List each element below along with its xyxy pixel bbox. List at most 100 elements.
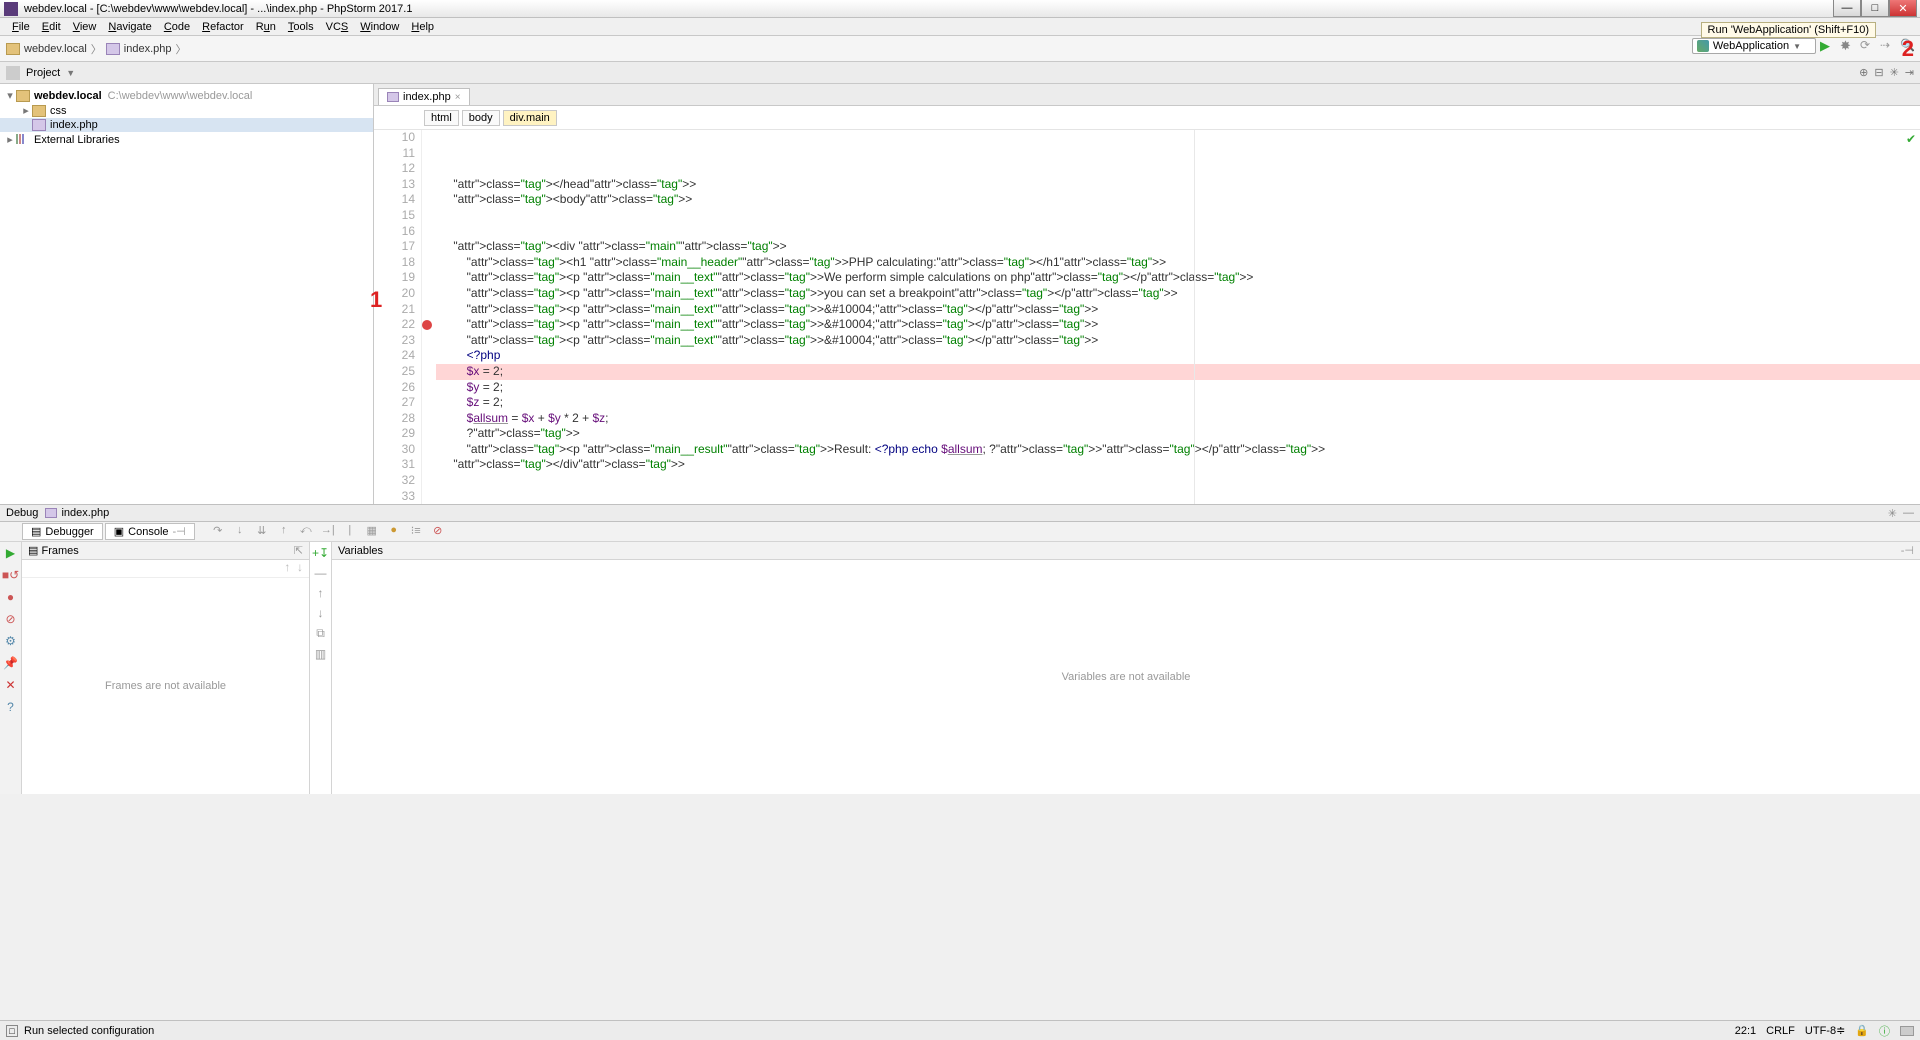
tree-root[interactable]: ▾ webdev.local C:\webdev\www\webdev.loca… bbox=[0, 88, 373, 103]
crumb-body[interactable]: body bbox=[462, 110, 500, 126]
update-button[interactable]: ⇢ bbox=[1880, 38, 1896, 54]
breakpoint-gutter[interactable] bbox=[422, 130, 436, 504]
menu-refactor[interactable]: Refactor bbox=[196, 21, 250, 33]
console-tab-label: Console bbox=[128, 526, 168, 538]
tree-ext-libs[interactable]: ▸ External Libraries bbox=[0, 132, 373, 147]
mute-icon[interactable]: ⊘ bbox=[5, 612, 15, 626]
menu-vcs[interactable]: VCS bbox=[320, 21, 355, 33]
up-icon[interactable]: ↑ bbox=[318, 586, 324, 600]
encoding[interactable]: UTF-8≑ bbox=[1805, 1024, 1845, 1037]
view-bp-icon[interactable]: ● bbox=[7, 590, 14, 604]
collapse-all-icon[interactable]: ⊟ bbox=[1874, 66, 1883, 79]
breadcrumb[interactable]: webdev.local 〉 index.php 〉 bbox=[6, 41, 191, 57]
evaluate-icon[interactable]: ▦ bbox=[363, 524, 381, 540]
menu-edit[interactable]: Edit bbox=[36, 21, 67, 33]
tree-ext-label: External Libraries bbox=[34, 134, 120, 146]
breakpoint-icon[interactable] bbox=[422, 320, 432, 330]
debug-tool-header[interactable]: Debug index.php ✳ — bbox=[0, 504, 1920, 522]
line-gutter[interactable]: 10 11 12 13 14 15 16 17 18 19 20 21 22 2… bbox=[374, 130, 422, 504]
pin-icon[interactable]: 📌 bbox=[3, 656, 18, 670]
menu-code[interactable]: Code bbox=[158, 21, 196, 33]
editor-tab-label: index.php bbox=[403, 91, 451, 103]
stop-button[interactable]: ⟳ bbox=[1860, 38, 1876, 54]
editor-tab-index[interactable]: index.php × bbox=[378, 88, 470, 105]
close-tab-icon[interactable]: × bbox=[455, 92, 461, 103]
tree-index[interactable]: index.php bbox=[0, 118, 373, 132]
nav-toolbar: webdev.local 〉 index.php 〉 WebApplicatio… bbox=[0, 36, 1920, 62]
remove-watch-icon[interactable]: — bbox=[315, 566, 327, 580]
resume-icon[interactable]: ▶ bbox=[6, 546, 15, 560]
pin-icon[interactable]: -⊣ bbox=[173, 525, 186, 538]
project-tree[interactable]: ▾ webdev.local C:\webdev\www\webdev.loca… bbox=[0, 84, 374, 504]
step-over-icon[interactable]: ↷ bbox=[209, 524, 227, 540]
lock-icon[interactable]: 🔒 bbox=[1855, 1024, 1869, 1037]
menu-file[interactable]: File bbox=[6, 21, 36, 33]
close-icon[interactable]: ✕ bbox=[5, 678, 15, 692]
debug-toolbar: ▤ Debugger ▣ Console -⊣ ↷ ↓ ⇊ ↑ ⤺ →| | ▦… bbox=[0, 522, 1920, 542]
copy-icon[interactable]: ⧉ bbox=[316, 626, 325, 641]
debug-button[interactable]: ✸ bbox=[1840, 38, 1856, 54]
validator-icon[interactable]: ✔ bbox=[1906, 132, 1916, 148]
settings-icon[interactable]: ⁝≡ bbox=[407, 524, 425, 540]
tree-root-name: webdev.local bbox=[34, 90, 102, 102]
tree-css[interactable]: ▸ css bbox=[0, 103, 373, 118]
menu-window[interactable]: Window bbox=[354, 21, 405, 33]
prev-frame-icon[interactable]: ↑ bbox=[284, 560, 290, 577]
line-separator[interactable]: CRLF bbox=[1766, 1025, 1795, 1037]
menu-help[interactable]: Help bbox=[405, 21, 440, 33]
memory-indicator[interactable] bbox=[1900, 1026, 1914, 1036]
status-bar: □ Run selected configuration 22:1 CRLF U… bbox=[0, 1020, 1920, 1040]
debugger-tab[interactable]: ▤ Debugger bbox=[22, 523, 103, 540]
code-editor[interactable]: 10 11 12 13 14 15 16 17 18 19 20 21 22 2… bbox=[374, 130, 1920, 504]
minimize-button[interactable]: — bbox=[1833, 0, 1861, 17]
menu-view[interactable]: View bbox=[67, 21, 103, 33]
menu-navigate[interactable]: Navigate bbox=[102, 21, 157, 33]
help-icon[interactable]: ? bbox=[7, 700, 14, 714]
step-into-icon[interactable]: ↓ bbox=[231, 524, 249, 540]
stop-icon[interactable]: ■↺ bbox=[2, 568, 19, 582]
console-tab[interactable]: ▣ Console -⊣ bbox=[105, 523, 195, 540]
project-tool-header[interactable]: Project ▼ ⊕ ⊟ ✳ ⇥ bbox=[0, 62, 1920, 84]
php-file-icon bbox=[45, 508, 57, 518]
tool-windows-button[interactable]: □ bbox=[6, 1025, 18, 1037]
restore-layout-icon[interactable]: ⇱ bbox=[294, 544, 303, 557]
hector-icon[interactable]: ⓘ bbox=[1879, 1023, 1890, 1039]
minimize-icon[interactable]: — bbox=[1903, 507, 1914, 520]
debugger-icon: ▤ bbox=[31, 525, 41, 538]
mute-bp-icon[interactable]: ● bbox=[385, 524, 403, 540]
run-to-cursor-icon[interactable]: →| bbox=[319, 524, 337, 540]
crumb-html[interactable]: html bbox=[424, 110, 459, 126]
caret-position[interactable]: 22:1 bbox=[1735, 1025, 1756, 1037]
scroll-to-source-icon[interactable]: ⊕ bbox=[1859, 66, 1868, 79]
close-button[interactable]: ✕ bbox=[1889, 0, 1917, 17]
run-config-selector[interactable]: WebApplication ▼ bbox=[1692, 38, 1816, 54]
library-icon bbox=[16, 134, 30, 146]
folder-icon bbox=[6, 43, 20, 55]
gear-icon[interactable]: ✳ bbox=[1888, 507, 1897, 520]
expand-icon[interactable]: ▸ bbox=[4, 133, 16, 146]
add-watch-icon[interactable]: +↧ bbox=[312, 546, 329, 560]
run-button[interactable]: ▶ bbox=[1820, 38, 1836, 54]
force-step-icon[interactable]: ⇊ bbox=[253, 524, 271, 540]
restore-layout-icon[interactable]: -⊣ bbox=[1901, 544, 1914, 557]
code-area[interactable]: "attr">class="tag"></head"attr">class="t… bbox=[436, 130, 1920, 504]
crumb-div[interactable]: div.main bbox=[503, 110, 557, 126]
breadcrumb-project: webdev.local bbox=[24, 43, 87, 55]
menu-tools[interactable]: Tools bbox=[282, 21, 320, 33]
next-frame-icon[interactable]: ↓ bbox=[297, 560, 303, 577]
hide-icon[interactable]: ⇥ bbox=[1905, 66, 1914, 79]
expand-icon[interactable]: ▸ bbox=[20, 104, 32, 117]
expand-icon[interactable]: ▾ bbox=[4, 89, 16, 102]
code-breadcrumb[interactable]: html body div.main bbox=[374, 106, 1920, 130]
maximize-button[interactable]: □ bbox=[1861, 0, 1889, 17]
run-config-name: WebApplication bbox=[1713, 40, 1789, 52]
drop-frame-icon[interactable]: ⤺ bbox=[297, 524, 315, 540]
menu-run[interactable]: Run bbox=[250, 21, 282, 33]
menubar: File Edit View Navigate Code Refactor Ru… bbox=[0, 18, 1920, 36]
layout-icon[interactable]: ⚙ bbox=[5, 634, 16, 648]
show-watches-icon[interactable]: ▥ bbox=[315, 647, 326, 661]
close-session-icon[interactable]: ⊘ bbox=[429, 524, 447, 540]
step-out-icon[interactable]: ↑ bbox=[275, 524, 293, 540]
gear-icon[interactable]: ✳ bbox=[1890, 66, 1899, 79]
down-icon[interactable]: ↓ bbox=[318, 606, 324, 620]
